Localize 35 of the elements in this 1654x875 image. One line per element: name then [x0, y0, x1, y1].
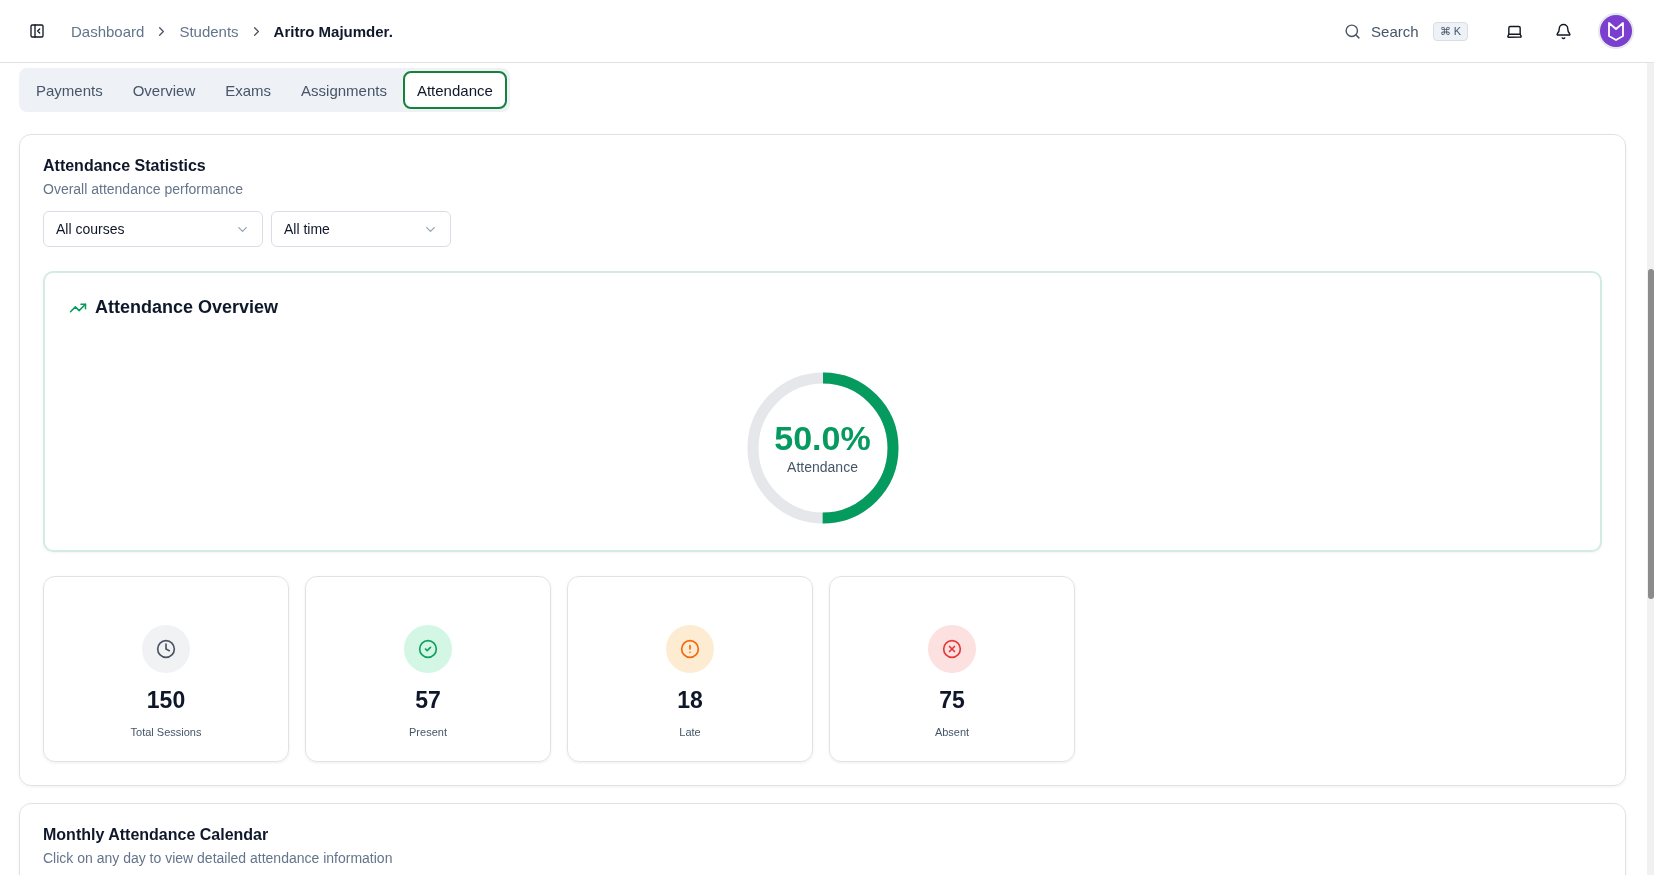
stat-value: 57 — [415, 687, 441, 714]
breadcrumb-link[interactable]: Students — [179, 22, 239, 40]
scrollbar[interactable] — [1647, 63, 1654, 875]
user-avatar[interactable] — [1600, 15, 1632, 47]
tab[interactable]: Assignments — [287, 71, 401, 109]
search-button[interactable]: Search ⌘ K — [1344, 21, 1468, 41]
stat-value: 18 — [677, 687, 703, 714]
attendance-percent: 50.0% — [774, 421, 871, 455]
sidebar-toggle-icon[interactable] — [29, 23, 45, 39]
card-subtitle: Overall attendance performance — [43, 181, 244, 197]
filter-select[interactable]: All time — [271, 211, 451, 247]
check-circle-icon — [404, 625, 452, 673]
card-subtitle: Click on any day to view detailed attendance information — [43, 850, 394, 866]
tab[interactable]: Exams — [211, 71, 286, 109]
breadcrumb-link[interactable]: Aritro Majumder. — [273, 22, 393, 40]
stat-value: 75 — [939, 687, 965, 714]
card-title: Attendance Statistics — [43, 157, 207, 175]
tab[interactable]: Overview — [118, 71, 210, 109]
bell-icon[interactable] — [1555, 22, 1572, 40]
card-title: Monthly Attendance Calendar — [43, 826, 270, 844]
filter-select[interactable]: All courses — [43, 211, 263, 247]
stat-label: Late — [679, 726, 701, 738]
stat-label: Total Sessions — [130, 726, 202, 738]
alert-circle-icon — [666, 625, 714, 673]
search-icon — [1344, 22, 1362, 40]
tab[interactable]: Attendance — [402, 71, 507, 109]
stat-label: Absent — [934, 726, 970, 738]
stat-label: Present — [409, 726, 447, 738]
tab[interactable]: Payments — [22, 71, 117, 109]
panel-title: Attendance Overview — [95, 297, 279, 318]
clock-icon — [142, 625, 190, 673]
stat-value: 150 — [146, 687, 186, 714]
attendance-label: Attendance — [787, 459, 858, 475]
breadcrumb-link[interactable]: Dashboard — [71, 22, 145, 40]
x-circle-icon — [928, 625, 976, 673]
